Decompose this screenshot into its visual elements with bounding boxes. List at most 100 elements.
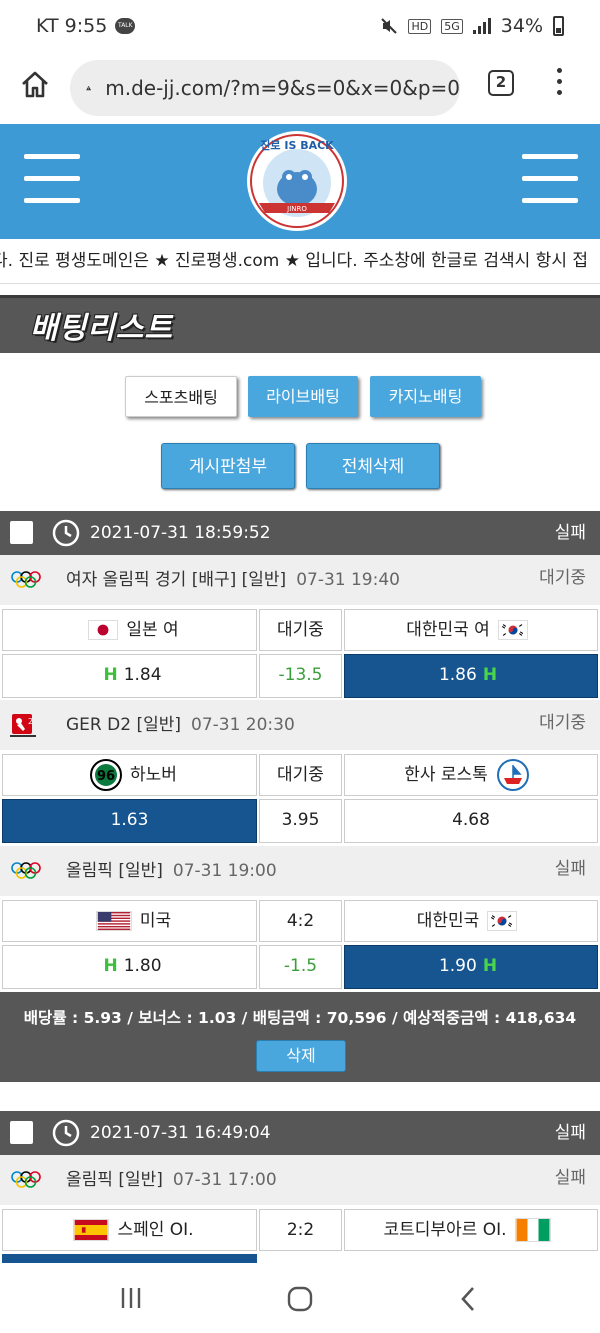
slip-datetime: 2021-07-31 16:49:04 xyxy=(90,1123,271,1143)
league-name: 여자 올림픽 경기 [배구] [일반] xyxy=(66,570,287,590)
game-time: 07-31 17:00 xyxy=(172,1170,277,1190)
league-name: 올림픽 [일반] xyxy=(66,1170,163,1190)
game-header: 올림픽 [일반] 07-31 17:00 실패 xyxy=(0,1155,600,1205)
draw-odds-button[interactable]: 3.95 xyxy=(259,799,342,843)
home-odds-button[interactable]: 1.63 xyxy=(2,799,257,843)
home-odds-button[interactable]: H 1.84 xyxy=(2,654,257,698)
svg-text:96: 96 xyxy=(97,769,115,784)
league-name: GER D2 [일반] xyxy=(66,715,181,735)
match-status-cell: 대기중 xyxy=(259,754,342,796)
game-header: 2 GER D2 [일반] 07-31 20:30 대기중 xyxy=(0,700,600,750)
summary-text: 배당률 : 5.93 / 보너스 : 1.03 / 배팅금액 : 70,596 … xyxy=(23,1009,577,1027)
status-bar: KT 9:55 TALK HD 5G 34% xyxy=(0,0,600,52)
logo-sub: JINRO xyxy=(286,205,307,213)
site-header: JINRO 진로 IS BACK xyxy=(0,124,600,239)
flag-spain-icon xyxy=(73,1219,110,1241)
recent-apps-icon[interactable] xyxy=(118,1285,144,1311)
home-odds-button[interactable]: H 1.80 xyxy=(2,945,257,989)
slip-datetime: 2021-07-31 18:59:52 xyxy=(90,523,271,543)
notice-ticker: 다. 진로 평생도메인은 ★ 진로평생.com ★ 입니다. 주소창에 한글로 … xyxy=(0,239,600,284)
battery-percent: 34% xyxy=(500,15,543,37)
clock-icon xyxy=(52,519,80,547)
hansa-rostock-logo-icon xyxy=(496,759,529,791)
bundesliga2-icon: 2 xyxy=(10,714,36,737)
home-team: 스페인 OI. xyxy=(117,1220,194,1240)
attach-to-board-button[interactable]: 게시판첨부 xyxy=(161,443,295,489)
hamburger-menu-icon[interactable] xyxy=(24,154,80,204)
match-score-cell: 4:2 xyxy=(259,900,342,942)
home-icon[interactable] xyxy=(20,70,50,100)
flag-usa-icon xyxy=(95,911,132,931)
away-team-cell: 대한민국 xyxy=(344,900,598,942)
game-status: 대기중 xyxy=(539,713,586,733)
android-nav-bar xyxy=(0,1263,600,1333)
carrier-time: KT 9:55 xyxy=(36,15,108,37)
slip-checkbox[interactable] xyxy=(10,1121,33,1144)
svg-text:2: 2 xyxy=(28,717,33,726)
logo-text: 진로 IS BACK xyxy=(260,138,334,152)
game-status: 대기중 xyxy=(539,568,586,588)
league-name: 올림픽 [일반] xyxy=(66,861,163,881)
battery-icon xyxy=(553,16,564,36)
handicap-value: -13.5 xyxy=(259,654,342,698)
away-team-cell: 코트디부아르 OI. xyxy=(344,1209,598,1251)
game-time: 07-31 19:00 xyxy=(172,861,277,881)
game-time: 07-31 20:30 xyxy=(191,715,295,735)
clock-icon xyxy=(52,1119,80,1147)
hamburger-menu-icon-right[interactable] xyxy=(522,154,578,204)
tab-casino-betting[interactable]: 카지노배팅 xyxy=(370,376,481,417)
away-odds-button[interactable]: 1.90 H xyxy=(344,945,598,989)
olympic-icon xyxy=(11,862,41,879)
home-team-cell: 96 하노버 xyxy=(2,754,257,796)
slip-result: 실패 xyxy=(554,1123,586,1143)
away-team-cell: 대한민국 여 xyxy=(344,609,598,651)
home-team-cell: 미국 xyxy=(2,900,257,942)
hannover96-logo-icon: 96 xyxy=(90,759,123,791)
flag-korea-icon xyxy=(487,911,518,931)
page-title: 배팅리스트 xyxy=(30,311,173,346)
home-team-cell: 일본 여 xyxy=(2,609,257,651)
away-team: 대한민국 xyxy=(416,911,480,931)
home-team: 일본 여 xyxy=(126,620,179,640)
away-team: 한사 로스톡 xyxy=(404,765,488,785)
jinro-logo[interactable]: JINRO 진로 IS BACK xyxy=(243,127,351,235)
handicap-h-icon: H xyxy=(103,665,118,685)
tab-live-betting[interactable]: 라이브배팅 xyxy=(248,376,358,417)
network-5g-icon: 5G xyxy=(441,18,463,34)
away-team: 코트디부아르 OI. xyxy=(383,1220,507,1240)
more-menu-icon[interactable] xyxy=(555,68,563,98)
flag-korea-icon xyxy=(497,620,528,640)
tab-switcher-button[interactable]: 2 xyxy=(488,70,514,96)
warning-icon[interactable] xyxy=(86,75,92,101)
handicap-h-icon: H xyxy=(103,956,118,976)
signal-icon xyxy=(472,18,491,34)
home-team: 미국 xyxy=(139,911,172,931)
page-title-bar: 배팅리스트 xyxy=(0,295,600,353)
hd-icon: HD xyxy=(408,18,432,34)
handicap-h-icon: H xyxy=(482,956,498,976)
back-icon[interactable] xyxy=(458,1285,478,1313)
slip-checkbox[interactable] xyxy=(10,521,33,544)
handicap-h-icon: H xyxy=(482,665,498,685)
browser-toolbar: m.de-jj.com/?m=9&s=0&x=0&p=0 2 xyxy=(0,52,600,124)
away-odds-button[interactable]: 4.68 xyxy=(344,799,598,843)
home-nav-icon[interactable] xyxy=(286,1285,314,1313)
delete-all-button[interactable]: 전체삭제 xyxy=(306,443,440,489)
game-status: 실패 xyxy=(554,859,586,879)
olympic-icon xyxy=(11,571,41,588)
slip-result: 실패 xyxy=(554,523,586,543)
away-odds-button[interactable]: 1.86 H xyxy=(344,654,598,698)
bet-slip-header: 2021-07-31 18:59:52 실패 xyxy=(0,511,600,555)
delete-slip-button[interactable]: 삭제 xyxy=(256,1040,346,1072)
flag-ivory-coast-icon xyxy=(514,1218,551,1242)
kakaotalk-icon: TALK xyxy=(115,18,136,34)
olympic-icon xyxy=(11,1171,41,1188)
address-bar[interactable]: m.de-jj.com/?m=9&s=0&x=0&p=0 xyxy=(70,60,460,116)
tab-sports-betting[interactable]: 스포츠배팅 xyxy=(125,376,237,417)
url-text: m.de-jj.com/?m=9&s=0&x=0&p=0 xyxy=(105,76,460,100)
game-header: 올림픽 [일반] 07-31 19:00 실패 xyxy=(0,846,600,896)
match-status-cell: 대기중 xyxy=(259,609,342,651)
bet-slip-header: 2021-07-31 16:49:04 실패 xyxy=(0,1111,600,1155)
game-status: 실패 xyxy=(554,1168,586,1188)
slip-summary: 배당률 : 5.93 / 보너스 : 1.03 / 배팅금액 : 70,596 … xyxy=(0,992,600,1082)
